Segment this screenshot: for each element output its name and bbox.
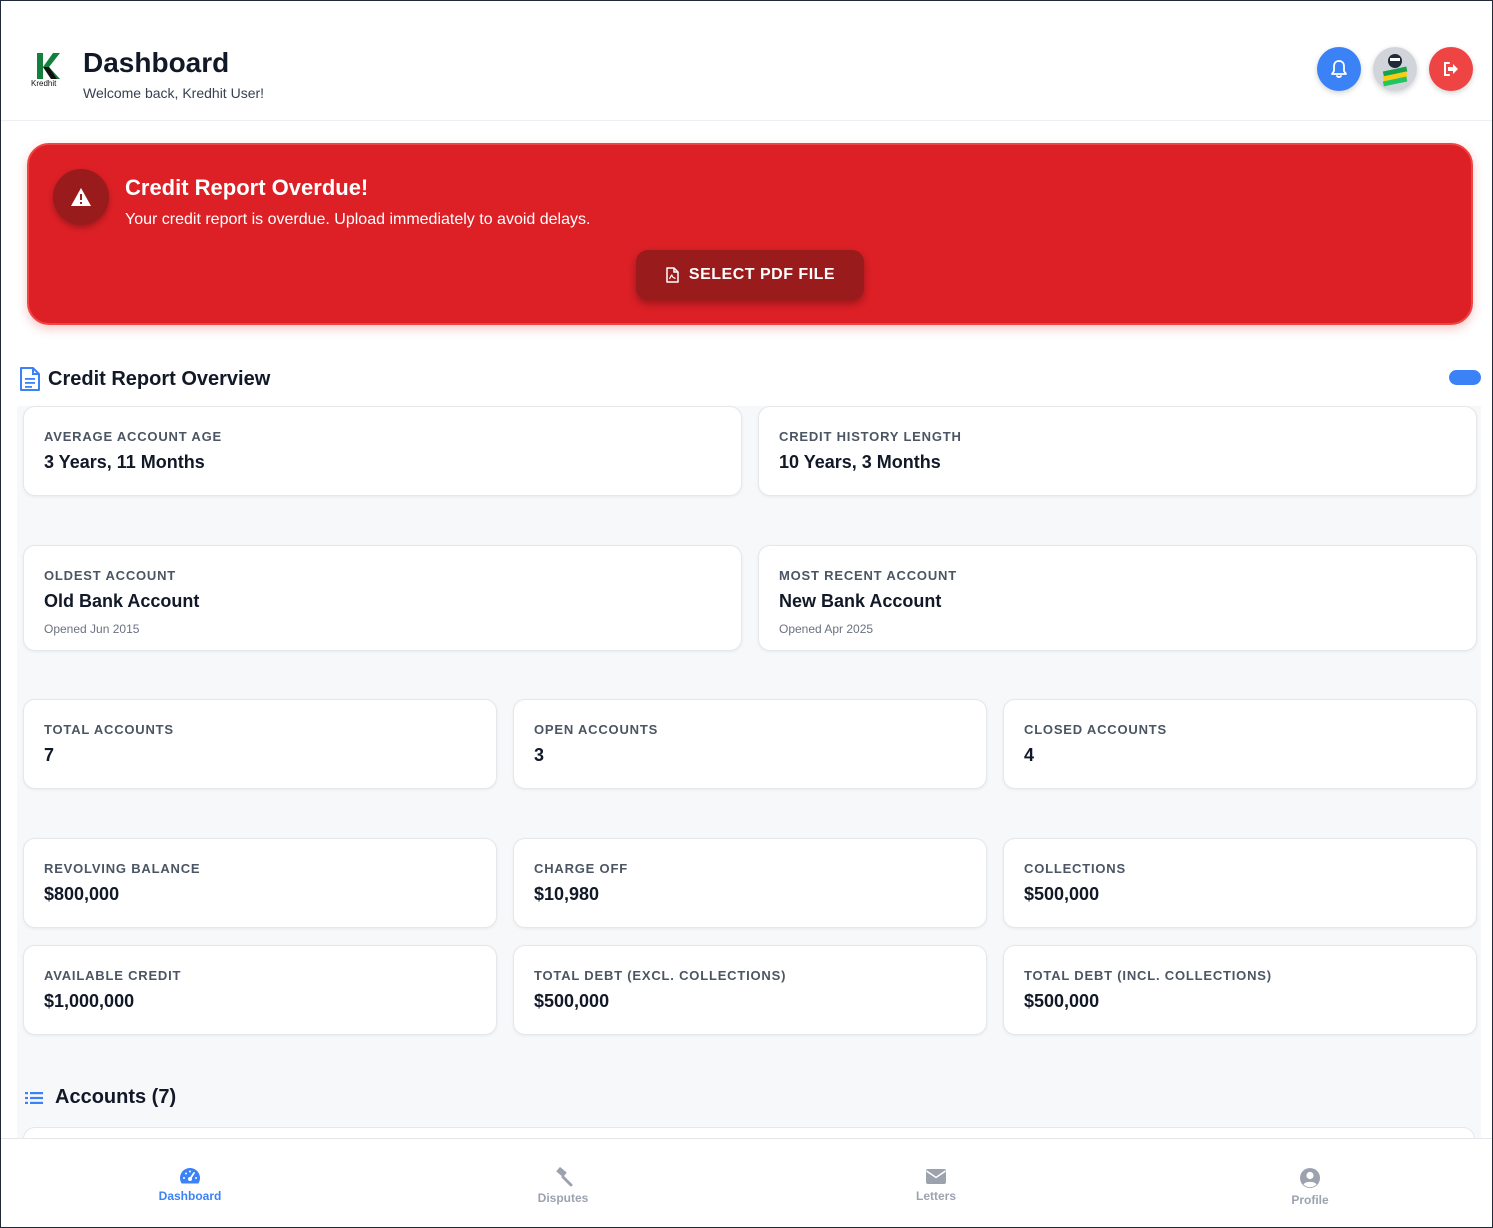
welcome-message: Welcome back, Kredhit User!: [83, 85, 265, 101]
card-collections: COLLECTIONS $500,000: [1003, 838, 1477, 928]
card-most-recent-account: MOST RECENT ACCOUNT New Bank Account Ope…: [758, 545, 1477, 651]
alert-message: Your credit report is overdue. Upload im…: [125, 211, 591, 228]
gavel-icon: [556, 1167, 573, 1187]
nav-label: Dashboard: [158, 1189, 222, 1203]
card-average-account-age: AVERAGE ACCOUNT AGE 3 Years, 11 Months: [23, 406, 742, 496]
card-label: MOST RECENT ACCOUNT: [779, 568, 957, 583]
overdue-alert-banner: Credit Report Overdue! Your credit repor…: [27, 143, 1473, 325]
card-label: TOTAL DEBT (INCL. COLLECTIONS): [1024, 968, 1272, 983]
bell-icon: [1331, 60, 1347, 78]
bottom-navigation: Dashboard Disputes Letters Profile: [1, 1138, 1492, 1227]
card-label: COLLECTIONS: [1024, 861, 1126, 876]
card-subtext: Opened Jun 2015: [44, 622, 140, 636]
card-total-debt-incl: TOTAL DEBT (INCL. COLLECTIONS) $500,000: [1003, 945, 1477, 1035]
select-pdf-label: SELECT PDF FILE: [688, 266, 836, 283]
alert-icon-circle: [53, 169, 109, 225]
card-value: 7: [44, 745, 55, 765]
card-value: $500,000: [1024, 991, 1100, 1011]
card-label: AVAILABLE CREDIT: [44, 968, 182, 983]
card-total-debt-excl: TOTAL DEBT (EXCL. COLLECTIONS) $500,000: [513, 945, 987, 1035]
nav-label: Profile: [1291, 1193, 1329, 1207]
card-label: CLOSED ACCOUNTS: [1024, 722, 1167, 737]
gauge-icon: [180, 1168, 200, 1184]
overview-title: Credit Report Overview: [48, 368, 271, 390]
card-closed-accounts: CLOSED ACCOUNTS 4: [1003, 699, 1477, 789]
select-pdf-button[interactable]: SELECT PDF FILE: [636, 250, 864, 300]
card-label: CHARGE OFF: [534, 861, 628, 876]
alert-title: Credit Report Overdue!: [125, 175, 369, 200]
card-label: TOTAL ACCOUNTS: [44, 722, 174, 737]
app-header: Kredhit Dashboard Welcome back, Kredhit …: [1, 1, 1492, 121]
card-label: CREDIT HISTORY LENGTH: [779, 429, 962, 444]
kredhit-logo: Kredhit: [31, 51, 67, 91]
avatar[interactable]: [1373, 47, 1417, 91]
accounts-title: Accounts (7): [55, 1086, 177, 1108]
pdf-file-icon: [666, 267, 679, 283]
accounts-section-header: Accounts (7): [25, 1086, 176, 1109]
overview-toggle[interactable]: [1449, 370, 1481, 385]
envelope-icon: [926, 1169, 946, 1184]
credit-report-overview: Credit Report Overview AVERAGE ACCOUNT A…: [17, 346, 1481, 1157]
nav-item-letters[interactable]: Letters: [876, 1167, 996, 1203]
logo-wordmark: Kredhit: [31, 79, 57, 88]
card-total-accounts: TOTAL ACCOUNTS 7: [23, 699, 497, 789]
card-value: 4: [1024, 745, 1035, 765]
card-value: $800,000: [44, 884, 120, 904]
card-revolving-balance: REVOLVING BALANCE $800,000: [23, 838, 497, 928]
card-value: 10 Years, 3 Months: [779, 452, 941, 472]
card-value: Old Bank Account: [44, 591, 200, 611]
card-oldest-account: OLDEST ACCOUNT Old Bank Account Opened J…: [23, 545, 742, 651]
card-open-accounts: OPEN ACCOUNTS 3: [513, 699, 987, 789]
nav-item-profile[interactable]: Profile: [1250, 1167, 1370, 1207]
card-available-credit: AVAILABLE CREDIT $1,000,000: [23, 945, 497, 1035]
page-title: Dashboard: [83, 47, 230, 78]
card-label: REVOLVING BALANCE: [44, 861, 201, 876]
overview-header: Credit Report Overview: [17, 346, 1481, 406]
card-label: OPEN ACCOUNTS: [534, 722, 659, 737]
warning-triangle-icon: [71, 188, 91, 206]
logout-button[interactable]: [1429, 47, 1473, 91]
document-icon: [20, 367, 40, 391]
list-icon: [25, 1091, 43, 1104]
card-value: $1,000,000: [44, 991, 135, 1011]
nav-item-disputes[interactable]: Disputes: [503, 1167, 623, 1205]
card-label: AVERAGE ACCOUNT AGE: [44, 429, 222, 444]
card-value: $500,000: [1024, 884, 1100, 904]
user-circle-icon: [1300, 1168, 1320, 1188]
logo-k-mark: [37, 53, 60, 79]
nav-label: Disputes: [537, 1191, 589, 1205]
card-value: $10,980: [534, 884, 600, 904]
card-subtext: Opened Apr 2025: [779, 622, 874, 636]
card-value: $500,000: [534, 991, 610, 1011]
card-value: 3 Years, 11 Months: [44, 452, 205, 472]
nav-label: Letters: [915, 1189, 956, 1203]
nav-item-dashboard[interactable]: Dashboard: [130, 1167, 250, 1203]
card-credit-history-length: CREDIT HISTORY LENGTH 10 Years, 3 Months: [758, 406, 1477, 496]
logout-icon: [1444, 62, 1458, 76]
avatar-image-icon: [1373, 47, 1417, 91]
notifications-button[interactable]: [1317, 47, 1361, 91]
card-label: OLDEST ACCOUNT: [44, 568, 177, 583]
card-value: 3: [534, 745, 545, 765]
card-charge-off: CHARGE OFF $10,980: [513, 838, 987, 928]
card-label: TOTAL DEBT (EXCL. COLLECTIONS): [534, 968, 787, 983]
card-value: New Bank Account: [779, 591, 942, 611]
